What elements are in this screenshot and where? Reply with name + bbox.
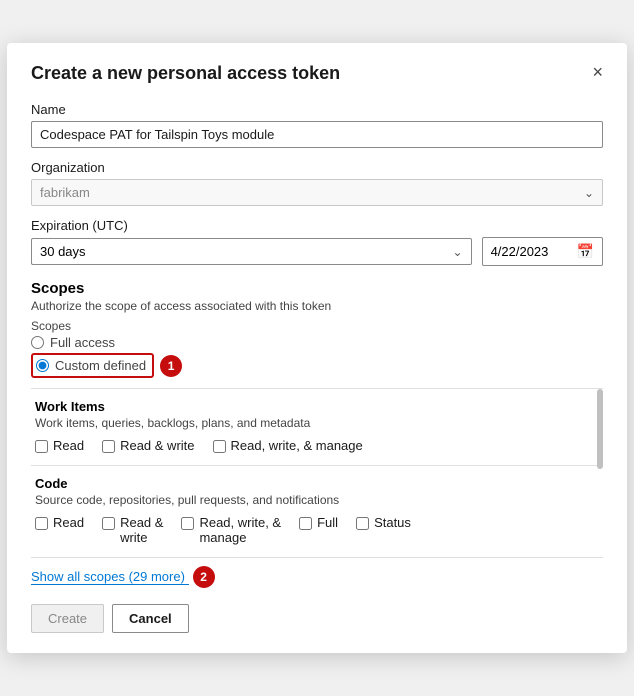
scopes-label: Scopes	[31, 319, 603, 333]
code-status: Status	[356, 515, 411, 530]
name-input[interactable]	[31, 121, 603, 148]
custom-defined-label[interactable]: Custom defined	[55, 358, 146, 373]
expiration-value: 30 days	[40, 244, 86, 259]
full-access-radio-row: Full access	[31, 335, 603, 350]
work-items-title: Work Items	[35, 399, 599, 414]
work-items-readwrite-checkbox[interactable]	[102, 440, 115, 453]
cancel-button[interactable]: Cancel	[112, 604, 189, 633]
scopes-title: Scopes	[31, 280, 603, 297]
code-full-label: Full	[317, 515, 338, 530]
calendar-icon[interactable]: 📅	[577, 243, 594, 260]
date-input-wrapper: 📅	[482, 237, 603, 266]
code-section: Code Source code, repositories, pull req…	[31, 466, 603, 558]
work-items-read: Read	[35, 438, 84, 453]
code-manage-checkbox[interactable]	[181, 517, 194, 530]
step-badge-2: 2	[193, 566, 215, 588]
work-items-read-checkbox[interactable]	[35, 440, 48, 453]
custom-defined-radio-row: Custom defined 1	[31, 353, 603, 378]
code-manage-label: Read, write, &manage	[199, 515, 281, 545]
show-all-scopes-row: Show all scopes (29 more) 2	[31, 566, 603, 588]
code-status-label: Status	[374, 515, 411, 530]
create-button[interactable]: Create	[31, 604, 104, 633]
date-input[interactable]	[491, 244, 571, 259]
code-status-checkbox[interactable]	[356, 517, 369, 530]
work-items-manage-label: Read, write, & manage	[231, 438, 363, 453]
expiration-label: Expiration (UTC)	[31, 218, 603, 233]
custom-defined-radio[interactable]	[36, 359, 49, 372]
code-read: Read	[35, 515, 84, 530]
code-full: Full	[299, 515, 338, 530]
close-button[interactable]: ×	[592, 63, 603, 81]
name-label: Name	[31, 102, 603, 117]
modal-title: Create a new personal access token	[31, 63, 340, 84]
footer-buttons: Create Cancel	[31, 604, 603, 633]
full-access-label[interactable]: Full access	[50, 335, 115, 350]
code-read-checkbox[interactable]	[35, 517, 48, 530]
work-items-section: Work Items Work items, queries, backlogs…	[31, 389, 603, 466]
work-items-read-label: Read	[53, 438, 84, 453]
code-readwrite-label: Read &write	[120, 515, 163, 545]
show-all-scopes-text: Show all scopes	[31, 569, 125, 584]
work-items-manage-checkbox[interactable]	[213, 440, 226, 453]
code-readwrite-checkbox[interactable]	[102, 517, 115, 530]
name-field-group: Name	[31, 102, 603, 148]
organization-field-group: Organization fabrikam ⌄	[31, 160, 603, 206]
scope-items-container: Work Items Work items, queries, backlogs…	[31, 388, 603, 558]
show-all-scopes-link[interactable]: Show all scopes (29 more)	[31, 569, 189, 585]
work-items-description: Work items, queries, backlogs, plans, an…	[35, 416, 599, 430]
expiration-dropdown[interactable]: 30 days ⌄	[31, 238, 472, 265]
create-token-modal: Create a new personal access token × Nam…	[7, 43, 627, 653]
work-items-checkboxes: Read Read & write Read, write, & manage	[35, 438, 599, 455]
step-badge-1: 1	[160, 355, 182, 377]
code-readwrite: Read &write	[102, 515, 163, 545]
work-items-readwrite: Read & write	[102, 438, 194, 453]
organization-value: fabrikam	[40, 185, 90, 200]
scrollbar-thumb[interactable]	[597, 389, 603, 469]
scopes-section: Scopes Authorize the scope of access ass…	[31, 280, 603, 378]
code-manage: Read, write, &manage	[181, 515, 281, 545]
custom-defined-box: Custom defined	[31, 353, 154, 378]
code-title: Code	[35, 476, 599, 491]
organization-dropdown[interactable]: fabrikam ⌄	[31, 179, 603, 206]
chevron-down-icon: ⌄	[584, 186, 594, 200]
scopes-description: Authorize the scope of access associated…	[31, 299, 603, 313]
code-read-label: Read	[53, 515, 84, 530]
code-full-checkbox[interactable]	[299, 517, 312, 530]
chevron-down-icon: ⌄	[453, 245, 463, 259]
work-items-manage: Read, write, & manage	[213, 438, 363, 453]
work-items-readwrite-label: Read & write	[120, 438, 194, 453]
full-access-radio[interactable]	[31, 336, 44, 349]
expiration-row: 30 days ⌄ 📅	[31, 237, 603, 266]
organization-label: Organization	[31, 160, 603, 175]
show-all-scopes-count: (29 more)	[129, 569, 185, 584]
code-checkboxes: Read Read &write Read, write, &manage Fu…	[35, 515, 599, 547]
code-description: Source code, repositories, pull requests…	[35, 493, 599, 507]
expiration-field-group: Expiration (UTC) 30 days ⌄ 📅	[31, 218, 603, 266]
modal-header: Create a new personal access token ×	[31, 63, 603, 84]
